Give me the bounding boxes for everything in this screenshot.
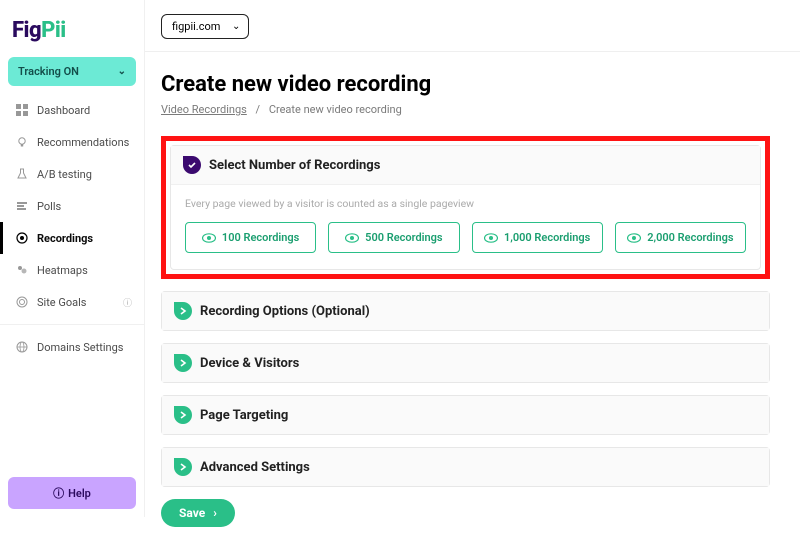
sidebar-item-recordings[interactable]: Recordings bbox=[0, 222, 144, 254]
sidebar-item-dashboard[interactable]: Dashboard bbox=[0, 94, 144, 126]
rec-icon bbox=[15, 231, 29, 245]
panel-header[interactable]: Recording Options (Optional) bbox=[162, 292, 769, 330]
option-label: 2,000 Recordings bbox=[647, 231, 733, 244]
sidebar-item-polls[interactable]: Polls bbox=[0, 190, 144, 222]
polls-icon bbox=[15, 199, 29, 213]
eye-icon bbox=[627, 233, 641, 243]
sidebar-item-domains-settings[interactable]: Domains Settings bbox=[0, 331, 144, 363]
chevron-right-icon bbox=[174, 354, 192, 372]
sidebar-item-label: Domains Settings bbox=[37, 341, 123, 354]
domain-selector-row: figpii.com ⌄ bbox=[145, 0, 800, 52]
help-label: Help bbox=[68, 487, 91, 500]
eye-icon bbox=[345, 233, 359, 243]
sidebar-item-label: Heatmaps bbox=[37, 264, 88, 277]
recordings-option-500[interactable]: 500 Recordings bbox=[328, 222, 459, 253]
chevron-right-icon: › bbox=[213, 506, 217, 520]
panel-title: Page Targeting bbox=[200, 408, 288, 423]
recordings-option-100[interactable]: 100 Recordings bbox=[185, 222, 316, 253]
tracking-label: Tracking ON bbox=[18, 65, 79, 78]
domain-value: figpii.com bbox=[172, 20, 220, 33]
bulb-icon bbox=[15, 135, 29, 149]
breadcrumb-root[interactable]: Video Recordings bbox=[161, 103, 247, 116]
recordings-option-1000[interactable]: 1,000 Recordings bbox=[472, 222, 603, 253]
globe-icon bbox=[15, 340, 29, 354]
page-title: Create new video recording bbox=[161, 72, 770, 97]
heatmap-icon bbox=[15, 263, 29, 277]
chevron-down-icon: ⌄ bbox=[232, 21, 240, 32]
target-icon bbox=[15, 295, 29, 309]
panel-title: Advanced Settings bbox=[200, 460, 310, 475]
sidebar-item-label: A/B testing bbox=[37, 168, 92, 181]
save-label: Save bbox=[179, 506, 205, 520]
help-button[interactable]: ⓘ Help bbox=[8, 477, 136, 509]
sidebar-item-recommendations[interactable]: Recommendations bbox=[0, 126, 144, 158]
panel-select-recordings: Select Number of Recordings Every page v… bbox=[170, 145, 761, 270]
collapsed-panels: Recording Options (Optional) Device & Vi… bbox=[161, 291, 770, 527]
panel-header[interactable]: Device & Visitors bbox=[162, 344, 769, 382]
breadcrumb-current: Create new video recording bbox=[269, 103, 402, 116]
sidebar-item-site-goals[interactable]: Site Goals ⓘ bbox=[0, 286, 144, 318]
option-label: 1,000 Recordings bbox=[504, 231, 590, 244]
sidebar-item-label: Recordings bbox=[37, 232, 93, 245]
nav-separator bbox=[0, 324, 144, 325]
sidebar-item-label: Recommendations bbox=[37, 136, 129, 149]
breadcrumb: Video Recordings / Create new video reco… bbox=[161, 103, 770, 116]
panel-title: Recording Options (Optional) bbox=[200, 304, 370, 319]
panel-body: Every page viewed by a visitor is counte… bbox=[171, 185, 760, 269]
eye-icon bbox=[484, 233, 498, 243]
panel-advanced-settings: Advanced Settings bbox=[161, 447, 770, 487]
panel-recording-options: Recording Options (Optional) bbox=[161, 291, 770, 331]
flask-icon bbox=[15, 167, 29, 181]
sidebar-item-heatmaps[interactable]: Heatmaps bbox=[0, 254, 144, 286]
sidebar: FigPii Tracking ON ⌄ Dashboard Recommend… bbox=[0, 0, 145, 517]
highlight-annotation: Select Number of Recordings Every page v… bbox=[161, 136, 770, 279]
tracking-toggle[interactable]: Tracking ON ⌄ bbox=[8, 57, 136, 86]
help-icon: ⓘ bbox=[53, 485, 64, 501]
sidebar-item-ab-testing[interactable]: A/B testing bbox=[0, 158, 144, 190]
brand-part1: Fig bbox=[12, 18, 41, 43]
step-badge-icon bbox=[183, 156, 201, 174]
panel-title: Device & Visitors bbox=[200, 356, 299, 371]
brand-part2: Pii bbox=[41, 18, 66, 43]
chevron-right-icon bbox=[174, 458, 192, 476]
main-content: figpii.com ⌄ Create new video recording … bbox=[145, 0, 800, 517]
eye-icon bbox=[202, 233, 216, 243]
domain-select[interactable]: figpii.com ⌄ bbox=[161, 14, 249, 39]
panel-header[interactable]: Page Targeting bbox=[162, 396, 769, 434]
panel-device-visitors: Device & Visitors bbox=[161, 343, 770, 383]
panel-header[interactable]: Select Number of Recordings bbox=[171, 146, 760, 185]
chevron-right-icon bbox=[174, 302, 192, 320]
panel-header[interactable]: Advanced Settings bbox=[162, 448, 769, 486]
sidebar-item-label: Polls bbox=[37, 200, 61, 213]
sidebar-item-label: Dashboard bbox=[37, 104, 90, 117]
chevron-right-icon bbox=[174, 406, 192, 424]
chevron-down-icon: ⌄ bbox=[118, 66, 126, 77]
primary-nav: Dashboard Recommendations A/B testing Po… bbox=[0, 94, 144, 363]
option-label: 500 Recordings bbox=[365, 231, 442, 244]
recordings-option-2000[interactable]: 2,000 Recordings bbox=[615, 222, 746, 253]
recording-options-row: 100 Recordings 500 Recordings bbox=[185, 222, 746, 253]
panel-page-targeting: Page Targeting bbox=[161, 395, 770, 435]
save-button[interactable]: Save › bbox=[161, 499, 235, 527]
brand-logo: FigPii bbox=[0, 14, 144, 57]
panel-hint: Every page viewed by a visitor is counte… bbox=[185, 197, 746, 210]
option-label: 100 Recordings bbox=[222, 231, 299, 244]
sidebar-item-label: Site Goals bbox=[37, 296, 86, 309]
breadcrumb-sep: / bbox=[256, 103, 261, 116]
page-content: Create new video recording Video Recordi… bbox=[145, 52, 800, 539]
panel-title: Select Number of Recordings bbox=[209, 158, 380, 173]
info-icon: ⓘ bbox=[123, 296, 132, 309]
dashboard-icon bbox=[15, 103, 29, 117]
